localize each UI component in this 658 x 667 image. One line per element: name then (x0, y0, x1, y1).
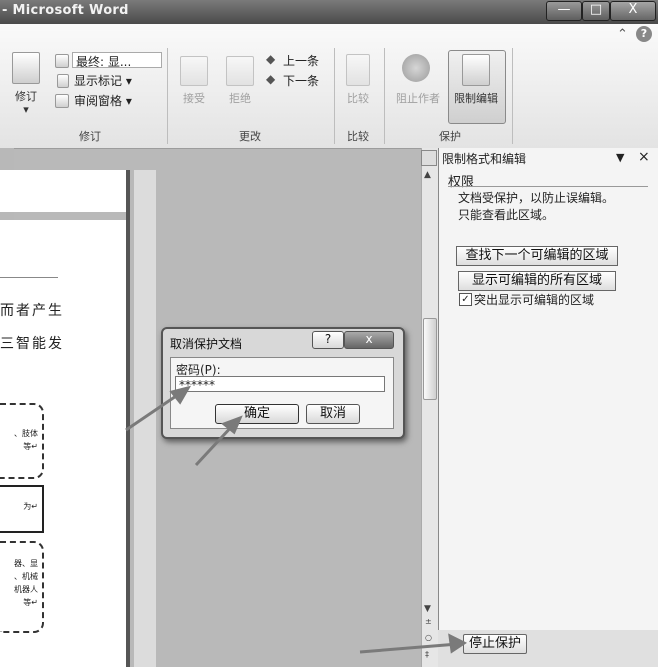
arrow-head (169, 385, 192, 405)
arrow-head (448, 633, 467, 654)
arrow-to-ok (194, 422, 236, 467)
annotation-arrows (125, 385, 467, 654)
arrow-to-stop-protection (359, 642, 459, 654)
arrow-head (221, 415, 243, 435)
arrow-to-password (125, 390, 183, 432)
